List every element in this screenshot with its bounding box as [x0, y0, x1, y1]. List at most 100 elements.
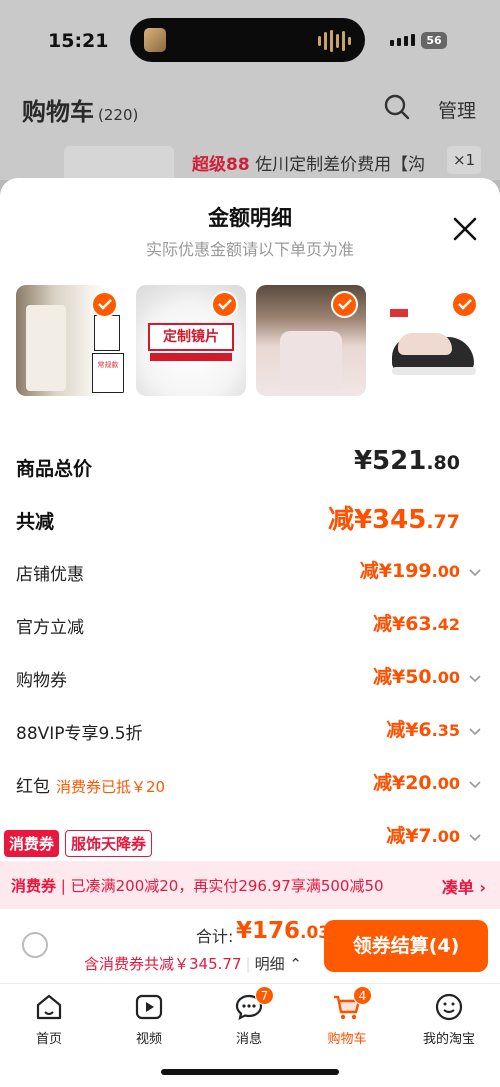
row-label: 商品总价	[16, 458, 93, 480]
row-label: 红包	[16, 777, 50, 797]
sheet-title: 金额明细	[208, 206, 292, 230]
chevron-down-icon[interactable]	[468, 778, 482, 792]
chevron-down-icon[interactable]	[468, 566, 482, 580]
dynamic-island[interactable]	[130, 18, 365, 62]
row-value-int: 减¥50	[372, 666, 432, 688]
row-value-dec: .00	[431, 774, 460, 793]
amount-detail-sheet: 金额明细 实际优惠金额请以下单页为准 常规款 定制镜片 商品总价 ¥521.80…	[0, 178, 500, 1087]
row-value-dec: .35	[431, 721, 460, 740]
profile-icon	[435, 993, 463, 1021]
now-playing-artwork	[144, 28, 166, 52]
row-label: 共减	[16, 511, 55, 533]
search-icon[interactable]	[384, 94, 410, 120]
row-value: 减¥6.35	[386, 715, 460, 742]
product-thumb-lens[interactable]: 定制镜片	[136, 285, 246, 396]
selected-check-icon[interactable]	[91, 291, 118, 318]
row-value: ¥521.80	[354, 446, 460, 476]
product-thumb-pants[interactable]: 常规款	[16, 285, 126, 396]
sheet-subtitle: 实际优惠金额请以下单页为准	[145, 240, 354, 259]
detail-toggle[interactable]: 明细 ⌃	[255, 955, 302, 973]
home-icon	[36, 994, 62, 1020]
row-subtotal: 商品总价 ¥521.80	[16, 440, 484, 493]
row-shopping-coupon[interactable]: 购物券 减¥50.00	[16, 652, 484, 705]
cart-item-title[interactable]: 超级88 佐川定制差价费用【沟	[192, 150, 425, 175]
status-bar: 15:21 56	[0, 0, 500, 80]
tab-label: 购物车	[327, 1032, 367, 1047]
tab-label: 首页	[35, 1032, 62, 1047]
row-value: 减¥345.77	[328, 499, 460, 536]
row-label: 购物券	[16, 671, 67, 691]
message-badge: 7	[255, 986, 274, 1005]
promo-message: 已凑满200减20，再实付296.97享满500减50	[70, 877, 384, 895]
row-label: 店铺优惠	[16, 565, 84, 585]
promo-text: 消费券 | 已凑满200减20，再实付296.97享满500减50	[11, 877, 384, 895]
row-value-dec: .80	[426, 452, 460, 474]
row-red-packet[interactable]: 红包 消费券已抵￥20 减¥20.00	[16, 758, 484, 811]
row-value-int: 减¥63	[372, 613, 432, 635]
coupon-tags: 消费券 服饰天降券	[4, 830, 153, 857]
pants-caption: 常规款	[92, 353, 124, 393]
row-88vip[interactable]: 88VIP专享9.5折 减¥6.35	[16, 705, 484, 758]
add-items-link[interactable]: 凑单 ›	[442, 874, 486, 898]
row-value-dec: .00	[431, 668, 460, 687]
product-thumb-sneaker[interactable]	[376, 285, 486, 396]
savings-text: 含消费券共减￥345.77	[84, 955, 242, 973]
row-value-dec: .00	[431, 562, 460, 581]
tab-cart[interactable]: 4 购物车	[302, 986, 392, 1047]
row-label-wrap: 红包 消费券已抵￥20	[16, 772, 165, 797]
total-value: ¥176.03	[236, 918, 330, 944]
row-value-int: 减¥199	[359, 560, 432, 582]
tab-video[interactable]: 视频	[104, 992, 194, 1047]
manage-button[interactable]: 管理	[438, 96, 476, 123]
total-label: 合计:	[196, 927, 234, 946]
select-all-radio[interactable]	[22, 932, 48, 958]
tab-messages[interactable]: 7 消息	[204, 986, 294, 1047]
row-note: 消费券已抵￥20	[56, 778, 166, 796]
row-value-int: 减¥345	[327, 505, 427, 535]
cart-badge: 4	[353, 986, 372, 1005]
battery-icon: 56	[421, 32, 447, 49]
lens-caption: 定制镜片	[148, 323, 234, 351]
tab-label: 我的淘宝	[422, 1032, 475, 1047]
row-value-dec: .42	[431, 615, 460, 634]
status-time: 15:21	[48, 30, 109, 52]
cart-item-qty[interactable]: ×1	[447, 146, 481, 174]
row-official-discount[interactable]: 官方立减 减¥63.42	[16, 599, 484, 652]
selected-check-icon[interactable]	[211, 291, 238, 318]
row-value: 减¥7.00	[386, 821, 460, 848]
checkout-button[interactable]: 领券结算(4)	[324, 920, 488, 972]
message-icon: 7	[234, 986, 274, 1022]
row-label: 88VIP专享9.5折	[16, 724, 143, 744]
chevron-down-icon[interactable]	[468, 672, 482, 686]
cart-item-title-text: 佐川定制差价费用【沟	[255, 155, 426, 175]
price-breakdown: 商品总价 ¥521.80 共减 减¥345.77 店铺优惠 减¥199.00 官…	[16, 440, 484, 864]
chevron-down-icon[interactable]	[468, 725, 482, 739]
tab-home[interactable]: 首页	[4, 992, 94, 1047]
row-value: 减¥20.00	[373, 768, 460, 795]
close-icon[interactable]	[452, 216, 478, 242]
cart-count: (220)	[98, 106, 139, 124]
video-icon	[135, 994, 163, 1020]
row-store-discount[interactable]: 店铺优惠 减¥199.00	[16, 546, 484, 599]
row-value-dec: .00	[431, 827, 460, 846]
selected-check-icon[interactable]	[331, 291, 358, 318]
page-title-text: 购物车	[22, 98, 94, 126]
home-indicator	[161, 1069, 339, 1075]
row-total-discount: 共减 减¥345.77	[16, 493, 484, 546]
row-value-int: 减¥7	[386, 825, 432, 847]
row-value-int: 减¥20	[372, 772, 432, 794]
promo-banner[interactable]: 消费券 | 已凑满200减20，再实付296.97享满500减50 凑单 ›	[0, 861, 500, 909]
row-value: 减¥50.00	[373, 662, 460, 689]
checkout-bar: 合计: ¥176.03 含消费券共减￥345.77 | 明细 ⌃ 领券结算(4)	[0, 909, 500, 983]
chevron-down-icon[interactable]	[468, 831, 482, 845]
row-label: 官方立减	[16, 618, 84, 638]
product-thumbnails: 常规款 定制镜片	[16, 285, 486, 396]
tab-profile[interactable]: 我的淘宝	[404, 992, 494, 1047]
signal-icon	[390, 34, 415, 46]
promo-label: 消费券	[11, 877, 57, 895]
coupon-tag-apparel: 服饰天降券	[65, 830, 153, 857]
product-thumb-shirt[interactable]	[256, 285, 366, 396]
row-value-dec: .77	[426, 511, 460, 533]
row-value: 减¥63.42	[373, 609, 460, 636]
selected-check-icon[interactable]	[451, 291, 478, 318]
